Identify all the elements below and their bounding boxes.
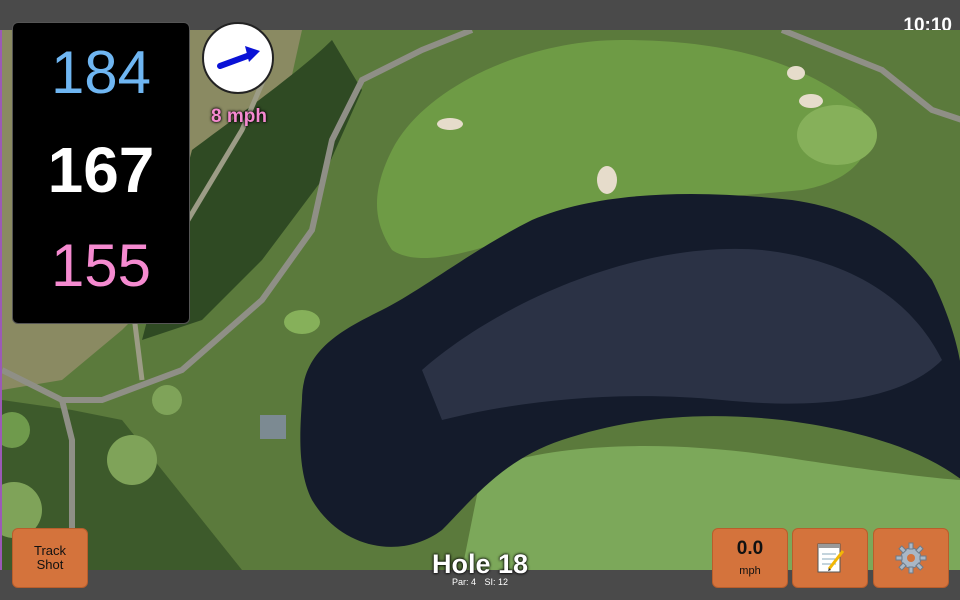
gear-icon [895,542,927,574]
wind-direction-arrow-icon [217,46,260,69]
middle-distance: 167 [47,134,155,206]
hole-si: SI: 12 [484,577,509,587]
speed-button[interactable]: 0.0 mph [712,528,788,588]
notes-button[interactable] [792,528,868,588]
wind-indicator [202,22,274,94]
track-shot-label: Track Shot [33,543,67,572]
notepad-icon [817,543,845,573]
front-distance: 155 [50,232,152,299]
hole-info: Par: 4 SI: 12 [400,577,560,587]
speed-value: 0.0 [736,538,764,559]
back-distance: 184 [50,39,152,106]
hole-par: Par: 4 [451,577,476,587]
wind-speed: 8 mph [211,106,267,127]
speed-unit: mph [739,565,761,577]
hole-title: Hole 18 [431,549,529,579]
settings-button[interactable] [873,528,949,588]
distance-panel: 184 167 155 [12,22,190,324]
track-shot-button[interactable]: Track Shot [12,528,88,588]
